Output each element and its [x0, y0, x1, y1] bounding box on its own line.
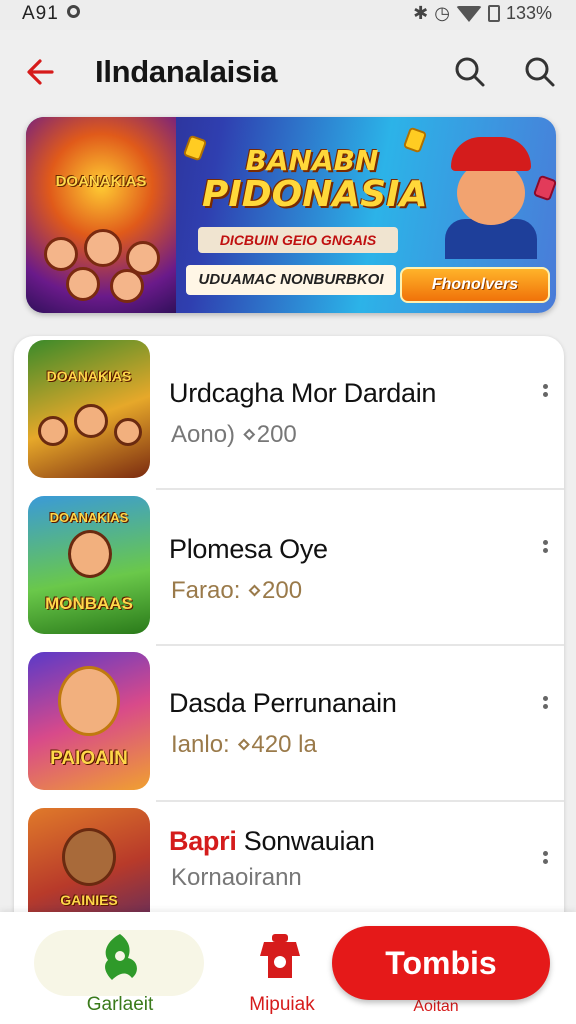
banner-title-line2: PIDONASIA	[202, 174, 428, 215]
mascot-body	[445, 219, 537, 259]
item-subtitle: Ianlo: ⋄420 la	[171, 731, 317, 758]
game-thumbnail: DOANAKIAS MONBAAS	[28, 496, 150, 634]
item-title: Urdcagha Mor Dardain	[169, 378, 437, 408]
thumbnail-label: GAINIES	[60, 892, 118, 908]
status-indicator-icon	[67, 5, 81, 18]
list-item[interactable]: DOANAKIAS MONBAAS Plomesa Oye Farao: ⋄20…	[14, 492, 564, 646]
character-image	[114, 418, 142, 446]
item-subtitle: Farao: ⋄200	[171, 577, 303, 604]
app-bar: Ilndanalaisia	[0, 30, 576, 116]
thumbnail-label: PAIOAIN	[50, 748, 128, 769]
character-image	[62, 828, 116, 886]
more-options-button[interactable]	[538, 848, 552, 874]
more-dot-icon	[542, 540, 548, 545]
back-arrow-icon	[27, 59, 54, 85]
more-dot-icon	[542, 392, 548, 397]
nav-tab-shop-label[interactable]: Mipuiak	[212, 994, 352, 1016]
leaf-icon[interactable]	[98, 930, 142, 984]
list-item[interactable]: DOANAKIAS Urdcagha Mor Dardain Aono) ⋄20…	[14, 336, 564, 490]
item-title-text: Sonwauian	[243, 826, 375, 856]
thumbnail-label: MONBAAS	[45, 594, 133, 613]
character-image	[84, 229, 122, 267]
battery-icon	[487, 5, 500, 22]
item-title: Dasda Perrunanain	[169, 688, 397, 718]
game-list: DOANAKIAS Urdcagha Mor Dardain Aono) ⋄20…	[14, 336, 564, 936]
character-image	[68, 530, 112, 578]
item-title: Plomesa Oye	[169, 534, 328, 564]
more-options-button[interactable]	[538, 693, 552, 719]
divider	[156, 644, 564, 646]
divider	[156, 800, 564, 802]
character-image	[66, 267, 100, 301]
character-image	[58, 666, 120, 736]
banner-cta-button[interactable]: Fhonolvers	[400, 267, 550, 303]
more-dot-icon	[542, 851, 548, 856]
back-button[interactable]	[22, 52, 62, 92]
shop-icon[interactable]	[256, 932, 304, 984]
more-options-button[interactable]	[538, 537, 552, 563]
status-time-text: A91	[22, 3, 59, 24]
banner-subtitle: UDUAMAC NONBURBKOI	[186, 265, 396, 295]
more-dot-icon	[542, 696, 548, 701]
more-dot-icon	[542, 704, 548, 709]
banner-game-art: DOANAKIAS	[26, 117, 176, 313]
item-subtitle: Aono) ⋄200	[171, 421, 297, 448]
status-bar: A91 ✱ ◷ 133%	[0, 0, 576, 30]
nav-tab-extra-label[interactable]: Aoitan	[366, 998, 506, 1016]
thumbnail-label: DOANAKIAS	[46, 368, 132, 384]
nav-tab-home-label[interactable]: Garlaeit	[50, 994, 190, 1016]
bottom-navigation: Garlaeit Mipuiak Aoitan Tombis	[0, 912, 576, 1024]
status-time: A91	[22, 3, 81, 25]
more-dot-icon	[542, 548, 548, 553]
more-dot-icon	[542, 859, 548, 864]
character-image	[74, 404, 108, 438]
character-image	[110, 269, 144, 303]
banner-title-line1: BANABN	[245, 144, 379, 177]
game-thumbnail: DOANAKIAS	[28, 340, 150, 478]
search-icon	[455, 57, 485, 87]
primary-action-button[interactable]: Tombis	[332, 926, 550, 1000]
bluetooth-icon: ✱	[413, 3, 429, 23]
character-image	[38, 416, 68, 446]
list-item[interactable]: PAIOAIN Dasda Perrunanain Ianlo: ⋄420 la	[14, 648, 564, 802]
character-image	[44, 237, 78, 271]
search-icon	[525, 57, 555, 87]
item-title: Bapri Sonwauian	[169, 826, 375, 857]
thumbnail-label-top: DOANAKIAS	[49, 510, 129, 525]
divider	[156, 488, 564, 490]
alarm-icon: ◷	[434, 3, 450, 23]
item-subtitle: Kornaoirann	[171, 864, 302, 891]
more-options-button[interactable]	[538, 381, 552, 407]
more-dot-icon	[542, 384, 548, 389]
battery-percent: 133%	[505, 3, 552, 23]
item-title-accent: Bapri	[169, 826, 237, 856]
mascot-image	[441, 137, 541, 259]
banner-art-logo: DOANAKIAS	[55, 173, 147, 190]
mascot-hat	[451, 137, 531, 171]
promo-banner[interactable]: DOANAKIAS BANABN PIDONASIA DICBUIN GEIO …	[26, 117, 556, 313]
game-thumbnail: PAIOAIN	[28, 652, 150, 790]
search-button-secondary[interactable]	[520, 52, 560, 92]
banner-title: BANABN PIDONASIA	[202, 144, 428, 215]
status-icons: ✱ ◷ 133%	[413, 3, 552, 24]
wifi-icon	[455, 5, 482, 22]
search-button[interactable]	[450, 52, 490, 92]
banner-tagline: DICBUIN GEIO GNGAIS	[198, 227, 398, 253]
page-title: Ilndanalaisia	[95, 54, 278, 89]
